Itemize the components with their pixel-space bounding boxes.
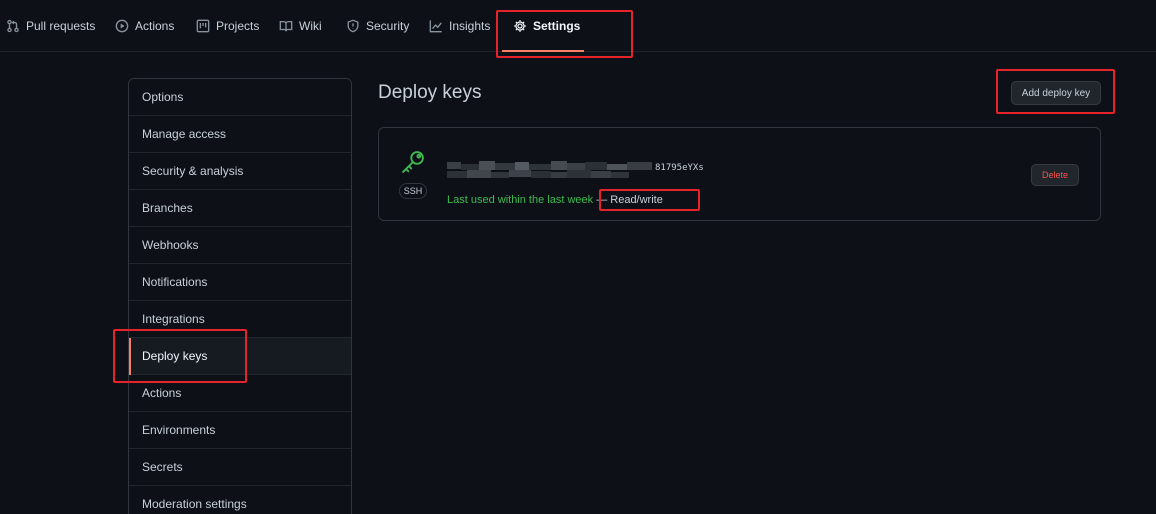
sidebar-item-moderation-settings[interactable]: Moderation settings — [129, 486, 351, 514]
key-meta: Last used within the last week — Read/wr… — [447, 194, 663, 206]
sidebar-item-integrations[interactable]: Integrations — [129, 301, 351, 338]
ssh-type-badge: SSH — [399, 183, 427, 199]
delete-key-button[interactable]: Delete — [1031, 164, 1079, 186]
tab-label: Actions — [135, 19, 175, 33]
project-icon — [196, 19, 210, 33]
sidebar-item-actions[interactable]: Actions — [129, 375, 351, 412]
tab-label: Projects — [216, 19, 260, 33]
sidebar-item-options[interactable]: Options — [129, 79, 351, 116]
pull-request-icon — [6, 19, 20, 33]
tab-label: Insights — [449, 19, 491, 33]
deploy-key-item: SSH 81795eYXs Last used within the last … — [378, 127, 1101, 221]
fingerprint-visible-text: 81795eYXs — [655, 163, 704, 173]
sidebar-item-label: Webhooks — [142, 238, 199, 252]
sidebar-item-notifications[interactable]: Notifications — [129, 264, 351, 301]
sidebar-item-label: Branches — [142, 201, 193, 215]
sidebar-item-label: Secrets — [142, 460, 183, 474]
sidebar-item-label: Actions — [142, 386, 182, 400]
selected-tab-underline — [502, 50, 584, 52]
sidebar-item-manage-access[interactable]: Manage access — [129, 116, 351, 153]
tab-label: Wiki — [299, 19, 322, 33]
book-icon — [279, 19, 293, 33]
play-icon — [115, 19, 129, 33]
last-used-text: Last used within the last week — [447, 194, 594, 206]
tab-settings[interactable]: Settings — [513, 0, 580, 52]
tab-projects[interactable]: Projects — [196, 0, 259, 52]
key-fingerprint: 81795eYXs — [447, 160, 707, 180]
sidebar-item-security-analysis[interactable]: Security & analysis — [129, 153, 351, 190]
settings-sidebar: Options Manage access Security & analysi… — [128, 78, 352, 514]
fingerprint-redaction — [447, 160, 652, 180]
graph-icon — [429, 19, 443, 33]
tab-label: Security — [366, 19, 410, 33]
sidebar-item-environments[interactable]: Environments — [129, 412, 351, 449]
access-level-text: — Read/write — [596, 194, 663, 206]
sidebar-item-label: Security & analysis — [142, 164, 244, 178]
sidebar-item-label: Deploy keys — [142, 349, 208, 363]
tab-label: Pull requests — [26, 19, 96, 33]
tab-wiki[interactable]: Wiki — [279, 0, 322, 52]
tab-actions[interactable]: Actions — [115, 0, 174, 52]
sidebar-item-label: Moderation settings — [142, 497, 247, 511]
shield-icon — [346, 19, 360, 33]
sidebar-item-secrets[interactable]: Secrets — [129, 449, 351, 486]
sidebar-item-label: Integrations — [142, 312, 205, 326]
sidebar-item-label: Environments — [142, 423, 216, 437]
sidebar-item-branches[interactable]: Branches — [129, 190, 351, 227]
sidebar-item-label: Notifications — [142, 275, 208, 289]
add-deploy-key-button[interactable]: Add deploy key — [1011, 81, 1101, 105]
tab-label: Settings — [533, 19, 581, 33]
tab-insights[interactable]: Insights — [429, 0, 490, 52]
gear-icon — [513, 19, 527, 33]
tab-security[interactable]: Security — [346, 0, 409, 52]
sidebar-item-label: Manage access — [142, 127, 227, 141]
repo-tab-nav: Pull requests Actions Projects Wiki Secu… — [0, 0, 1156, 52]
key-icon — [399, 148, 427, 176]
sidebar-item-webhooks[interactable]: Webhooks — [129, 227, 351, 264]
sidebar-item-deploy-keys[interactable]: Deploy keys — [129, 338, 351, 375]
page-title: Deploy keys — [378, 82, 482, 103]
sidebar-item-label: Options — [142, 90, 184, 104]
tab-pull-requests[interactable]: Pull requests — [6, 0, 95, 52]
